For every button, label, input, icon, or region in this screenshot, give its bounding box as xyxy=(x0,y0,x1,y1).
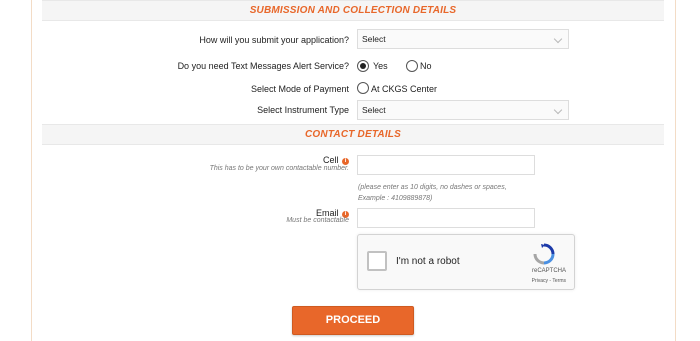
sms-no-label: No xyxy=(420,61,432,71)
recaptcha-logo-icon xyxy=(533,243,555,265)
info-icon[interactable]: i xyxy=(342,158,349,165)
payment-ckgs-radio[interactable] xyxy=(357,82,369,94)
sms-no-radio[interactable] xyxy=(406,60,418,72)
cell-hint: This has to be your own contactable numb… xyxy=(209,165,349,172)
contact-section-heading: CONTACT DETAILS xyxy=(42,124,664,145)
instrument-type-label: Select Instrument Type xyxy=(257,105,349,115)
instrument-type-select[interactable]: Select xyxy=(357,100,569,120)
sms-yes-label: Yes xyxy=(373,61,388,71)
payment-mode-label: Select Mode of Payment xyxy=(250,84,349,94)
submission-section-heading: SUBMISSION AND COLLECTION DETAILS xyxy=(42,0,664,21)
instrument-type-value: Select xyxy=(362,105,386,115)
cell-note-line1: (please enter as 10 digits, no dashes or… xyxy=(358,184,507,191)
submit-method-value: Select xyxy=(362,34,386,44)
email-hint: Must be contactable xyxy=(286,217,349,224)
cell-format-note: (please enter as 10 digits, no dashes or… xyxy=(358,182,507,204)
submit-method-select[interactable]: Select xyxy=(357,29,569,49)
proceed-button[interactable]: PROCEED xyxy=(292,306,414,335)
form-frame xyxy=(31,0,676,341)
recaptcha-terms-link[interactable]: Privacy - Terms xyxy=(358,278,566,284)
recaptcha-brand: reCAPTCHA xyxy=(531,268,566,274)
cell-label-wrap: Cell i xyxy=(323,155,349,165)
sms-yes-radio[interactable] xyxy=(357,60,369,72)
sms-alert-label: Do you need Text Messages Alert Service? xyxy=(177,61,349,71)
recaptcha-text: I'm not a robot xyxy=(396,256,460,267)
cell-label: Cell xyxy=(322,155,339,165)
chevron-down-icon xyxy=(553,105,563,115)
cell-input[interactable] xyxy=(357,155,535,175)
submit-method-label: How will you submit your application? xyxy=(199,35,349,45)
recaptcha-widget: I'm not a robot reCAPTCHA Privacy - Term… xyxy=(357,234,575,290)
email-input[interactable] xyxy=(357,208,535,228)
payment-ckgs-label: At CKGS Center xyxy=(371,84,438,94)
cell-note-line2: Example : 4109889878) xyxy=(358,195,433,202)
chevron-down-icon xyxy=(553,34,563,44)
